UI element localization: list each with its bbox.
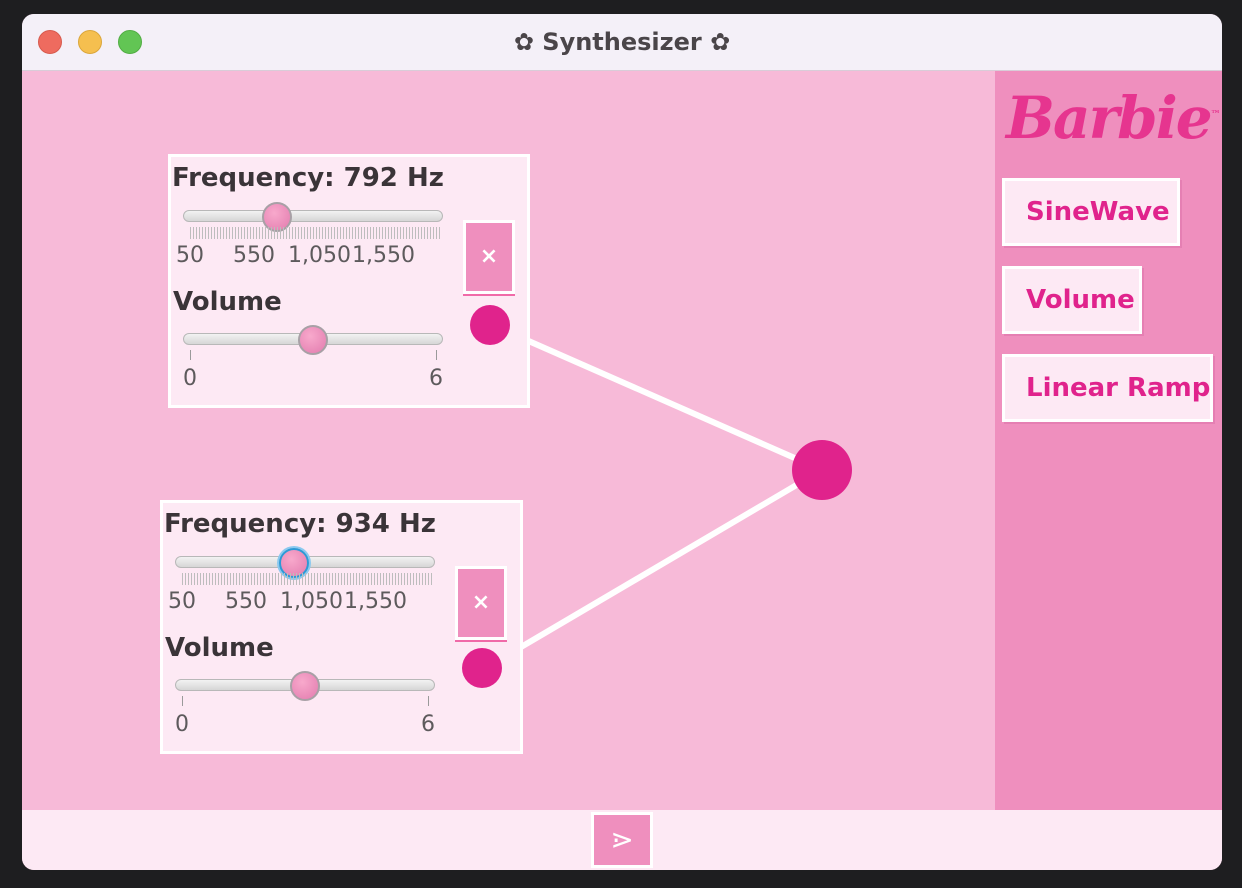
remove-node-button[interactable]: × bbox=[455, 566, 507, 640]
add-volume-button[interactable]: Volume bbox=[1002, 266, 1142, 334]
window-title: ✿ Synthesizer ✿ bbox=[513, 28, 731, 56]
add-sine-wave-button[interactable]: SineWave bbox=[1002, 178, 1180, 246]
output-destination-port[interactable] bbox=[792, 440, 852, 500]
volume-tick-max bbox=[428, 696, 429, 706]
frequency-slider-ticks bbox=[182, 573, 432, 585]
frequency-tick-label: 50 bbox=[168, 589, 196, 614]
frequency-tick-label: 1,550 bbox=[352, 243, 415, 268]
frequency-tick-label: 1,550 bbox=[344, 589, 407, 614]
volume-min-label: 0 bbox=[183, 366, 197, 391]
volume-label: Volume bbox=[173, 287, 282, 317]
play-button[interactable]: ⋗ bbox=[591, 812, 653, 868]
remove-node-underline bbox=[463, 294, 515, 296]
frequency-tick-label: 550 bbox=[225, 589, 267, 614]
close-icon: × bbox=[479, 244, 499, 269]
sine-wave-node[interactable]: Frequency: 792 Hz 50 550 1,050 1,550 Vol… bbox=[168, 154, 530, 408]
frequency-tick-label: 1,050 bbox=[288, 243, 351, 268]
remove-node-button[interactable]: × bbox=[463, 220, 515, 294]
volume-label: Volume bbox=[165, 633, 274, 663]
frequency-tick-label: 50 bbox=[176, 243, 204, 268]
frequency-tick-label: 550 bbox=[233, 243, 275, 268]
close-icon: × bbox=[471, 590, 491, 615]
volume-tick-max bbox=[436, 350, 437, 360]
frequency-label: Frequency: 934 Hz bbox=[164, 509, 436, 539]
volume-slider-thumb[interactable] bbox=[290, 671, 320, 701]
add-linear-ramp-button[interactable]: Linear Ramp bbox=[1002, 354, 1213, 422]
remove-node-underline bbox=[455, 640, 507, 642]
volume-max-label: 6 bbox=[421, 712, 435, 737]
logo-trademark: ™ bbox=[1210, 109, 1221, 121]
title-bar[interactable]: ✿ Synthesizer ✿ bbox=[22, 14, 1222, 71]
button-label: SineWave bbox=[1026, 197, 1170, 227]
frequency-slider-ticks bbox=[190, 227, 440, 239]
volume-slider-thumb[interactable] bbox=[298, 325, 328, 355]
node-output-port[interactable] bbox=[470, 305, 510, 345]
frequency-tick-label: 1,050 bbox=[280, 589, 343, 614]
volume-tick-min bbox=[190, 350, 191, 360]
button-label: Volume bbox=[1026, 285, 1135, 315]
frequency-label: Frequency: 792 Hz bbox=[172, 163, 444, 193]
volume-tick-min bbox=[182, 696, 183, 706]
node-output-port[interactable] bbox=[462, 648, 502, 688]
play-icon: ⋗ bbox=[610, 823, 634, 856]
button-label: Linear Ramp bbox=[1026, 373, 1211, 403]
sine-wave-node[interactable]: Frequency: 934 Hz 50 550 1,050 1,550 Vol… bbox=[160, 500, 523, 754]
volume-max-label: 6 bbox=[429, 366, 443, 391]
synthesizer-window: ✿ Synthesizer ✿ Frequency: 792 Hz 50 550… bbox=[22, 14, 1222, 870]
frequency-slider-track[interactable] bbox=[183, 210, 443, 222]
barbie-logo: Barbie™ bbox=[1006, 84, 1221, 152]
volume-min-label: 0 bbox=[175, 712, 189, 737]
logo-text: Barbie bbox=[1006, 84, 1213, 152]
